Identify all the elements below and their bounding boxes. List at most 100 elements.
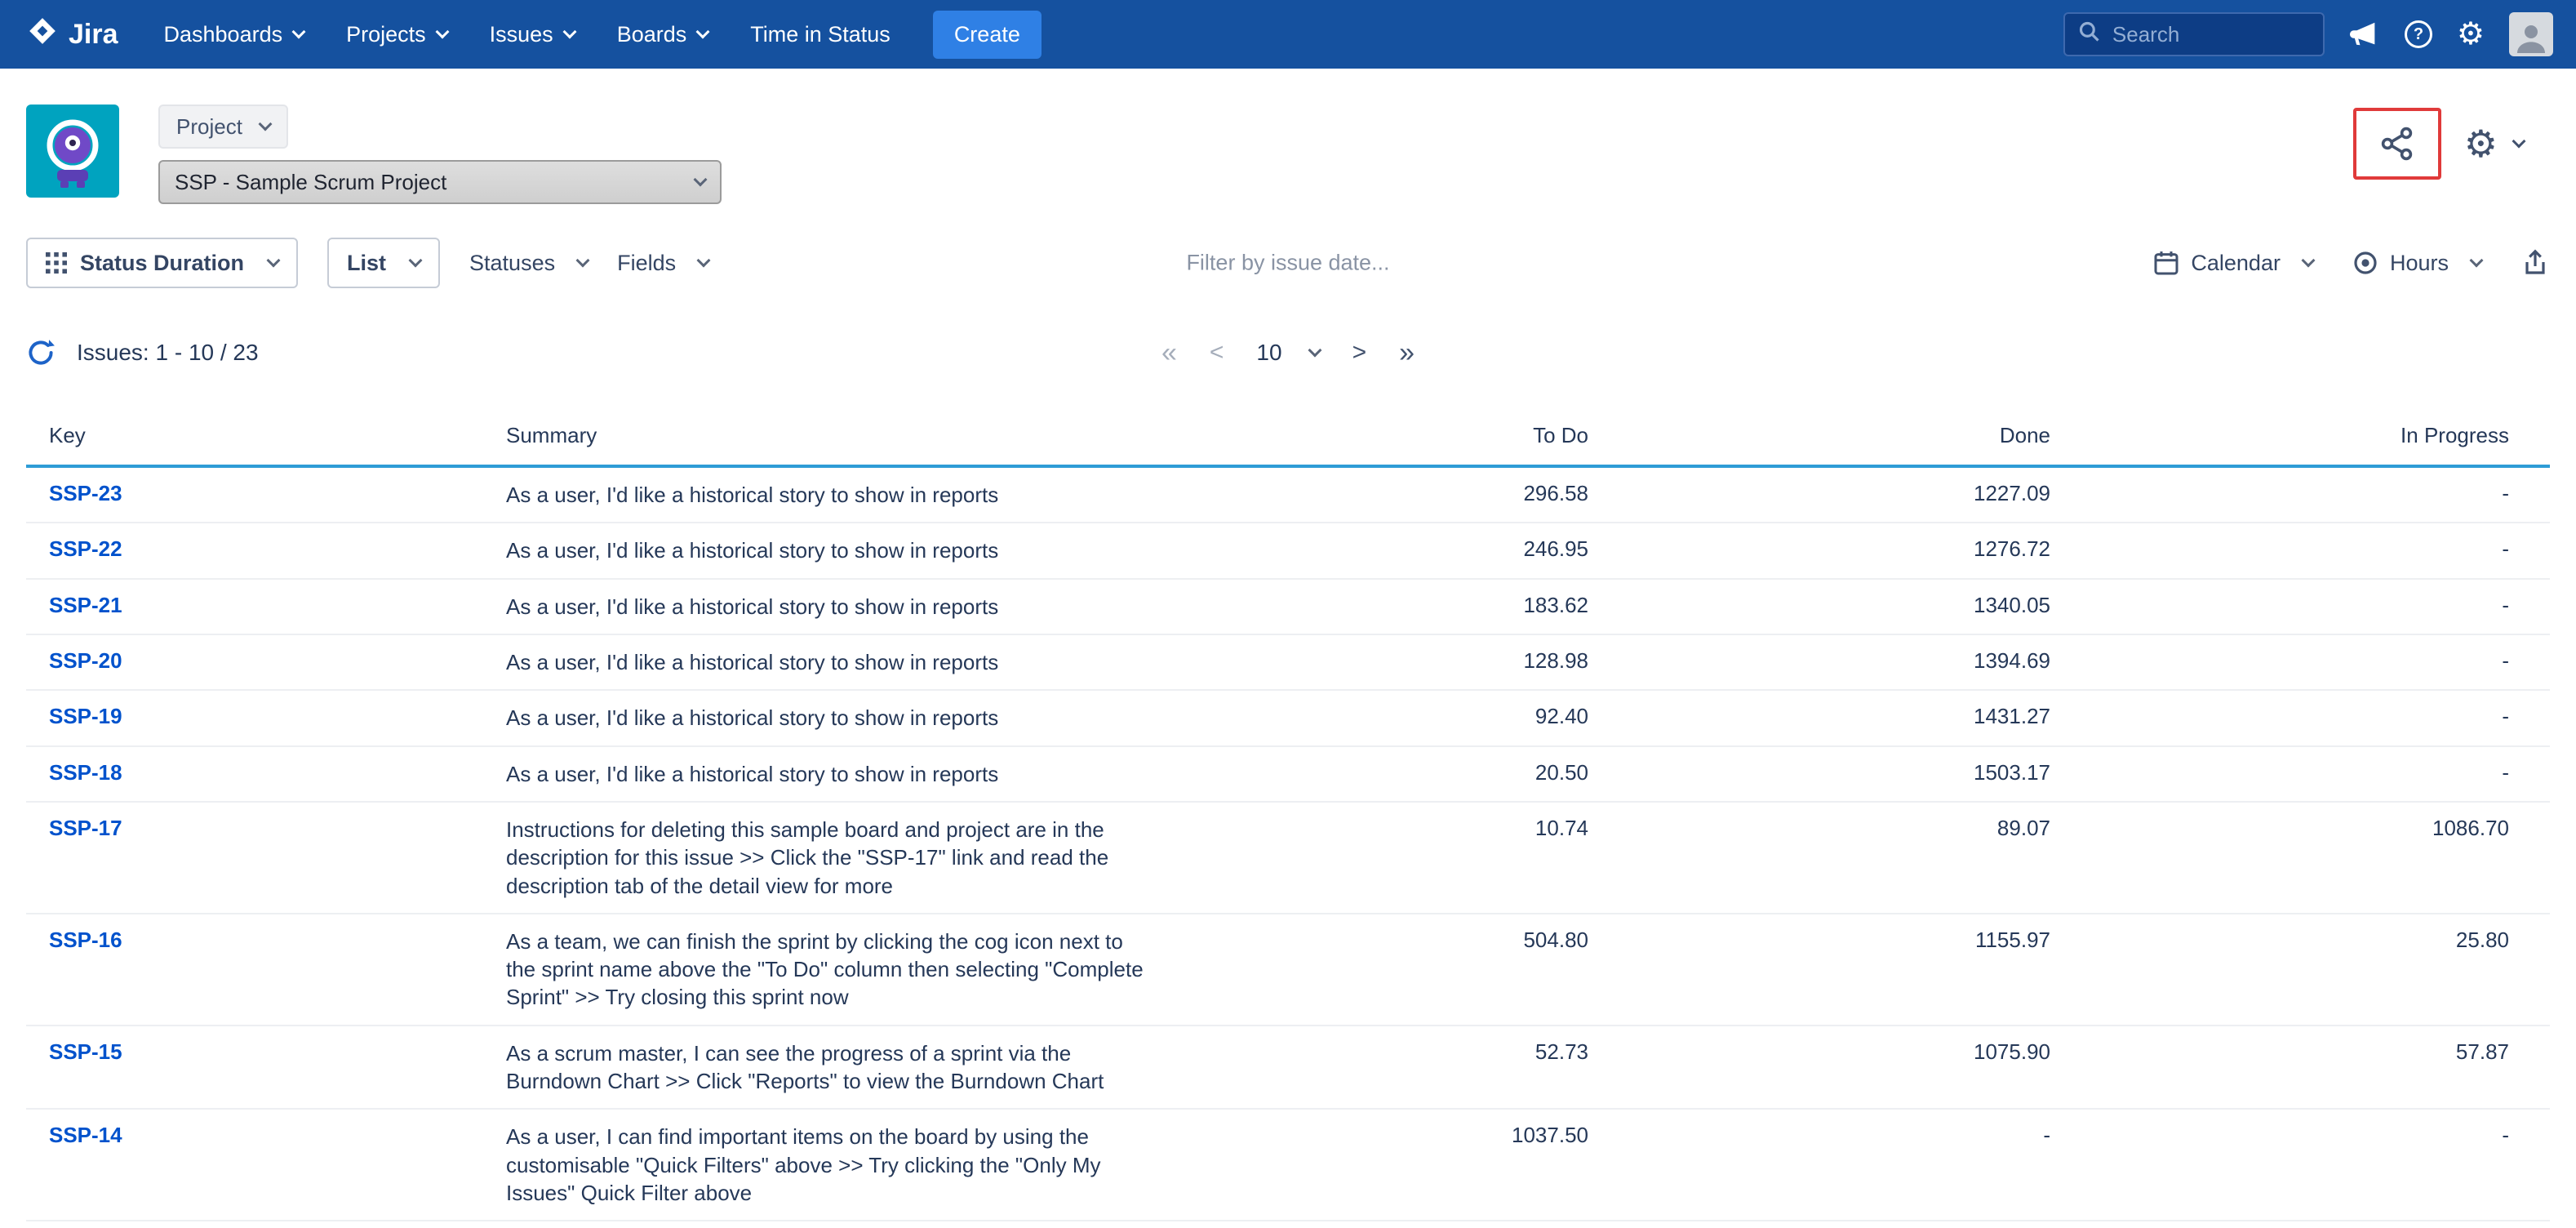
table-row: SSP-22 As a user, I'd like a historical … — [26, 523, 2550, 579]
share-button-highlight-box — [2353, 108, 2441, 180]
issue-summary: As a team, we can finish the sprint by c… — [506, 928, 1319, 1012]
issues-bar: Issues: 1 - 10 / 23 « < 10 > » — [0, 328, 2576, 377]
chevron-down-icon — [576, 254, 590, 268]
project-select[interactable]: SSP - Sample Scrum Project — [158, 160, 722, 204]
statuses-dropdown[interactable]: Statuses — [469, 251, 588, 276]
table-row: SSP-15 As a scrum master, I can see the … — [26, 1026, 2550, 1110]
issue-key-link[interactable]: SSP-17 — [26, 816, 506, 841]
project-avatar[interactable] — [26, 105, 119, 198]
target-icon — [2352, 250, 2378, 276]
issue-key-link[interactable]: SSP-20 — [26, 648, 506, 674]
todo-value: 128.98 — [1319, 648, 1629, 674]
fields-dropdown[interactable]: Fields — [617, 251, 708, 276]
issue-key-link[interactable]: SSP-14 — [26, 1123, 506, 1148]
calendar-dropdown[interactable]: Calendar — [2153, 250, 2313, 276]
table-row: SSP-19 As a user, I'd like a historical … — [26, 691, 2550, 746]
chevron-down-icon — [2470, 254, 2484, 268]
share-icon[interactable] — [2378, 124, 2417, 163]
page-settings-dropdown[interactable]: ⚙ — [2464, 125, 2524, 162]
col-header-inprogress[interactable]: In Progress — [2091, 423, 2550, 448]
person-icon — [2512, 17, 2551, 56]
filter-by-date-input[interactable] — [1010, 251, 1566, 276]
prev-page-button[interactable]: < — [1210, 340, 1224, 365]
navbar-search[interactable] — [2063, 12, 2325, 56]
nav-issues[interactable]: Issues — [490, 22, 575, 47]
col-header-summary[interactable]: Summary — [506, 423, 1319, 448]
done-value: - — [1629, 1123, 2091, 1148]
toolbar: Status Duration List Statuses Fields Cal… — [0, 237, 2576, 289]
chevron-down-icon — [267, 254, 281, 268]
issue-key-link[interactable]: SSP-21 — [26, 593, 506, 618]
nav-time-in-status[interactable]: Time in Status — [750, 22, 890, 47]
chevron-down-icon — [409, 254, 423, 268]
page-size-select[interactable]: 10 — [1256, 340, 1319, 366]
project-header: Project SSP - Sample Scrum Project ⚙ — [0, 69, 2576, 204]
issue-summary: As a user, I'd like a historical story t… — [506, 704, 1319, 732]
issue-key-link[interactable]: SSP-18 — [26, 760, 506, 785]
jira-logo[interactable]: Jira — [26, 15, 118, 55]
export-icon[interactable] — [2520, 248, 2550, 278]
table-row: SSP-16 As a team, we can finish the spri… — [26, 914, 2550, 1026]
done-value: 1227.09 — [1629, 481, 2091, 506]
search-input[interactable] — [2112, 22, 2308, 47]
col-header-todo[interactable]: To Do — [1319, 423, 1629, 448]
done-value: 1276.72 — [1629, 536, 2091, 562]
table-header: Key Summary To Do Done In Progress — [26, 410, 2550, 468]
todo-value: 183.62 — [1319, 593, 1629, 618]
chevron-down-icon — [435, 25, 449, 39]
jira-logo-icon — [26, 15, 59, 55]
nav-projects[interactable]: Projects — [346, 22, 447, 47]
done-value: 89.07 — [1629, 816, 2091, 841]
issue-summary: As a user, I'd like a historical story t… — [506, 481, 1319, 509]
issue-summary: Instructions for deleting this sample bo… — [506, 816, 1319, 900]
table-row: SSP-20 As a user, I'd like a historical … — [26, 635, 2550, 691]
chevron-down-icon — [258, 118, 272, 131]
issue-key-link[interactable]: SSP-19 — [26, 704, 506, 729]
first-page-button[interactable]: « — [1161, 339, 1177, 367]
help-icon[interactable]: ? — [2405, 20, 2432, 48]
settings-gear-icon[interactable]: ⚙ — [2457, 19, 2485, 50]
done-value: 1155.97 — [1629, 928, 2091, 953]
hours-unit-dropdown[interactable]: Hours — [2352, 250, 2481, 276]
inprogress-value: - — [2091, 704, 2550, 729]
todo-value: 296.58 — [1319, 481, 1629, 506]
col-header-key[interactable]: Key — [26, 423, 506, 448]
view-mode-dropdown[interactable]: List — [327, 238, 440, 288]
project-type-dropdown[interactable]: Project — [158, 105, 288, 149]
issue-key-link[interactable]: SSP-22 — [26, 536, 506, 562]
inprogress-value: - — [2091, 593, 2550, 618]
inprogress-value: - — [2091, 1123, 2550, 1148]
issue-summary: As a user, I'd like a historical story t… — [506, 593, 1319, 621]
inprogress-value: - — [2091, 481, 2550, 506]
issue-key-link[interactable]: SSP-15 — [26, 1039, 506, 1065]
done-value: 1503.17 — [1629, 760, 2091, 785]
inprogress-value: - — [2091, 648, 2550, 674]
last-page-button[interactable]: » — [1399, 339, 1415, 367]
create-button[interactable]: Create — [933, 11, 1042, 59]
user-avatar[interactable] — [2509, 12, 2553, 56]
nav-boards[interactable]: Boards — [617, 22, 708, 47]
status-duration-dropdown[interactable]: Status Duration — [26, 238, 298, 288]
refresh-icon[interactable] — [26, 338, 56, 367]
chevron-down-icon — [697, 254, 711, 268]
grid-icon — [46, 252, 67, 274]
search-icon — [2078, 20, 2101, 50]
issue-key-link[interactable]: SSP-16 — [26, 928, 506, 953]
feedback-megaphone-icon[interactable] — [2349, 19, 2380, 50]
issue-summary: As a user, I can find important items on… — [506, 1123, 1319, 1207]
done-value: 1394.69 — [1629, 648, 2091, 674]
table-row: SSP-18 As a user, I'd like a historical … — [26, 747, 2550, 803]
inprogress-value: - — [2091, 536, 2550, 562]
col-header-done[interactable]: Done — [1629, 423, 2091, 448]
issues-count: Issues: 1 - 10 / 23 — [77, 340, 259, 366]
page: Jira Dashboards Projects Issues Boards T… — [0, 0, 2576, 1228]
next-page-button[interactable]: > — [1352, 340, 1367, 365]
done-value: 1431.27 — [1629, 704, 2091, 729]
todo-value: 1037.50 — [1319, 1123, 1629, 1148]
main-nav: Dashboards Projects Issues Boards Time i… — [164, 22, 890, 47]
top-navbar: Jira Dashboards Projects Issues Boards T… — [0, 0, 2576, 69]
jira-logo-text: Jira — [69, 19, 118, 51]
issue-key-link[interactable]: SSP-23 — [26, 481, 506, 506]
nav-dashboards[interactable]: Dashboards — [164, 22, 304, 47]
inprogress-value: 1086.70 — [2091, 816, 2550, 841]
